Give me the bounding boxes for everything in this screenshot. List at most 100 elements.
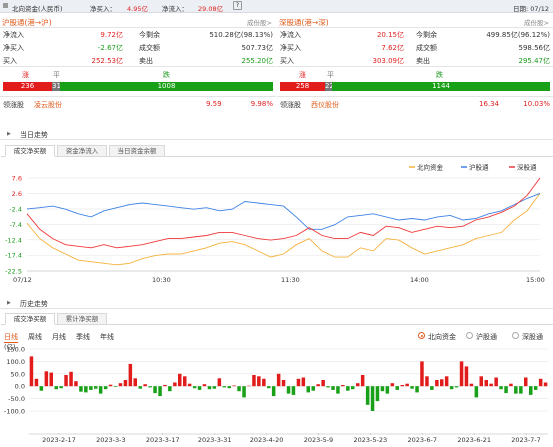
up-count-bar: 258	[280, 82, 325, 91]
bar	[192, 386, 197, 389]
bar	[405, 383, 409, 387]
bar	[430, 386, 434, 390]
bar	[247, 385, 251, 387]
down-count-bar: 1144	[332, 82, 550, 91]
date-label: 日期: 07/12	[513, 5, 549, 13]
bar	[252, 375, 256, 387]
bar	[296, 378, 301, 387]
y-tick-label: 150.0	[6, 346, 25, 354]
constituents-link[interactable]: 成份股>	[524, 17, 549, 27]
label: 今剩余	[139, 31, 160, 39]
bar	[543, 382, 548, 387]
bar	[306, 386, 310, 393]
bar	[59, 386, 63, 389]
bar	[494, 377, 498, 387]
x-tick-label: 2023-5-9	[304, 436, 334, 444]
bar	[276, 373, 281, 387]
bar	[449, 386, 454, 390]
bar	[227, 386, 231, 389]
leader-stock[interactable]: 西仪股份	[311, 100, 339, 110]
bar	[346, 386, 350, 391]
bar	[257, 376, 261, 387]
series-line-northbound	[26, 193, 541, 266]
legend-label: 深股通	[517, 163, 537, 172]
leader-change: 10.03%	[523, 100, 550, 108]
period-year[interactable]: 年线	[100, 332, 114, 342]
value: 252.53亿	[91, 57, 124, 65]
up-label: 涨	[299, 71, 306, 79]
bar	[474, 386, 479, 398]
flat-count-bar: 31	[52, 82, 61, 91]
bar	[94, 386, 98, 389]
bar	[281, 380, 286, 387]
header-title: 北向资金(人民币)	[12, 5, 63, 13]
bar	[514, 386, 518, 394]
label: 成交额	[139, 44, 160, 52]
x-tick-label: 2023-3-31	[198, 436, 232, 444]
bar	[336, 386, 340, 394]
flat-label: 平	[53, 71, 60, 79]
bar	[173, 382, 177, 387]
bar	[168, 386, 172, 392]
tab-net-inflow[interactable]: 资金净流入	[57, 145, 107, 157]
bar	[316, 384, 320, 387]
bar	[222, 386, 226, 388]
bar	[410, 386, 414, 389]
bar	[34, 378, 39, 387]
bar	[385, 386, 390, 394]
tab-cumulative[interactable]: 累计净买额	[57, 313, 107, 325]
y-tick-label: -17.4	[5, 252, 22, 260]
bar	[484, 380, 488, 387]
value: 303.09亿	[372, 57, 405, 65]
label: 卖出	[139, 57, 153, 65]
x-tick-label: 2023-5-23	[354, 436, 388, 444]
radio-northbound[interactable]	[418, 332, 425, 339]
bar	[444, 376, 449, 387]
down-label: 跌	[436, 71, 443, 79]
label: 净流入	[3, 31, 24, 39]
y-tick-label: -100.0	[4, 408, 25, 416]
triangle-right-icon: ▶	[7, 131, 11, 137]
help-icon[interactable]: ?	[233, 1, 242, 10]
tab-net-buy[interactable]: 成交净买额	[5, 313, 55, 325]
period-quarter[interactable]: 季线	[76, 332, 90, 342]
series-radio-group: 北向资金 沪股通 深股通	[418, 330, 552, 342]
x-tick-label: 2023-2-17	[42, 436, 76, 444]
bar	[148, 386, 152, 388]
radio-label[interactable]: 北向资金	[428, 332, 456, 342]
northbound-header: 北向资金(人民币) 净买入： 4.95亿 净流入： 29.08亿 ? 日期: 0…	[0, 0, 553, 13]
legend-label: 沪股通	[469, 163, 489, 172]
bar	[390, 383, 395, 387]
x-tick-label: 2023-7-7	[511, 436, 541, 444]
period-month[interactable]: 月线	[52, 332, 66, 342]
tab-balance[interactable]: 当日资金余额	[109, 145, 165, 157]
radio-sz-connect[interactable]	[512, 332, 519, 339]
bar	[84, 386, 88, 393]
radio-sh-connect[interactable]	[466, 332, 473, 339]
history-bar-chart: (亿)150.0100.050.00.0-50.0-100.02023-2-17…	[4, 343, 548, 444]
bar	[395, 386, 399, 390]
bar	[291, 386, 296, 395]
bar	[420, 361, 424, 387]
bar	[108, 384, 113, 387]
label: 净流入	[280, 31, 301, 39]
bar	[98, 386, 103, 394]
period-week[interactable]: 周线	[28, 332, 42, 342]
bar	[415, 386, 419, 393]
label: 净买入	[3, 44, 24, 52]
history-section-header: ▶ 历史走势	[0, 297, 553, 309]
tab-net-buy[interactable]: 成交净买额	[5, 145, 55, 157]
bar	[331, 386, 335, 390]
bar	[232, 385, 236, 387]
radio-label[interactable]: 沪股通	[476, 332, 497, 342]
value: -2.67亿	[97, 44, 123, 52]
constituents-link[interactable]: 成份股>	[247, 17, 272, 27]
x-tick-label: 07/12	[13, 276, 32, 284]
radio-label[interactable]: 深股通	[522, 332, 543, 342]
leader-stock[interactable]: 凌云股份	[34, 100, 62, 110]
value: 7.62亿	[381, 44, 404, 52]
period-day[interactable]: 日线	[4, 332, 18, 343]
intraday-tabs: 成交净买额 资金净流入 当日资金余额	[1, 145, 553, 157]
y-tick-label: 100.0	[6, 358, 25, 366]
bar	[267, 386, 271, 389]
